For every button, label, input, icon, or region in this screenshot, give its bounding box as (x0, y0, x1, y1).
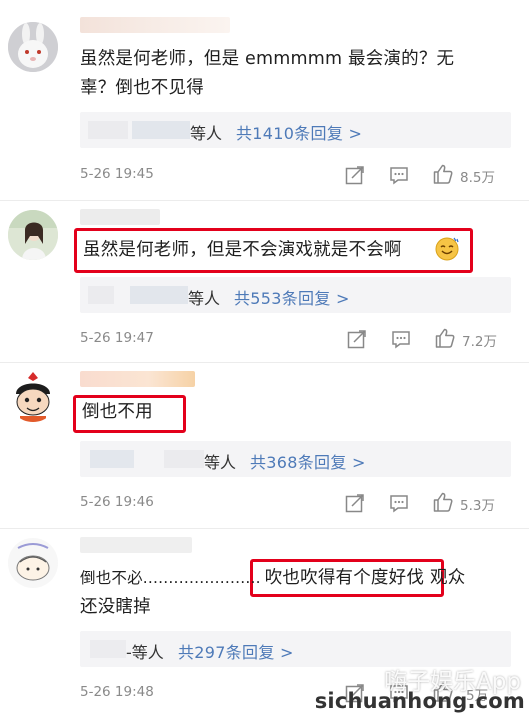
username-blurred[interactable] (80, 17, 230, 33)
avatar[interactable] (8, 22, 58, 72)
body-suffix: 观众 (430, 568, 466, 588)
comment-time: 5-26 19:46 (80, 494, 154, 510)
avatar[interactable] (8, 210, 58, 260)
reply-preview[interactable]: 等人 共553条回复 > (80, 277, 511, 313)
comment-icon[interactable] (388, 164, 410, 186)
like-icon[interactable] (432, 491, 454, 513)
reply-user-blurred (90, 640, 126, 658)
comment-time: 5-26 19:47 (80, 330, 154, 346)
username-blurred[interactable] (80, 537, 192, 553)
reply-count-link[interactable]: 共1410条回复 > (236, 120, 362, 144)
cartoon-avatar-icon (8, 372, 58, 422)
watermark-site: sichuanhong.com (314, 689, 525, 713)
divider (0, 528, 529, 529)
doodle-avatar-icon (8, 538, 58, 588)
reply-users-suffix: -等人 (126, 643, 164, 662)
username-blurred[interactable] (80, 209, 160, 225)
username-blurred[interactable] (80, 371, 195, 387)
like-icon[interactable] (432, 163, 454, 185)
reply-user-blurred (164, 450, 204, 468)
like-count: 7.2万 (462, 334, 497, 350)
reply-user-blurred (130, 286, 188, 304)
like-count: 8.5万 (460, 170, 495, 186)
reply-count-link[interactable]: 共297条回复 > (178, 639, 294, 663)
body-highlighted: 吹也吹得有个度好伐 (264, 568, 425, 588)
rabbit-avatar-icon (8, 22, 58, 72)
emoji-smile-icon (435, 237, 459, 261)
body-prefix: 倒也不必....................... (80, 569, 261, 587)
comment-time: 5-26 19:45 (80, 166, 154, 182)
comment-icon[interactable] (388, 492, 410, 514)
reply-preview[interactable]: 等人 共1410条回复 > (80, 112, 511, 148)
reply-user-blurred (88, 121, 128, 139)
reply-user-blurred (88, 286, 114, 304)
comment-icon[interactable] (390, 328, 412, 350)
comment-1: 虽然是何老师，但是 emmmmm 最会演的？无 辜？倒也不见得 等人 共1410… (0, 0, 529, 201)
reply-preview[interactable]: 等人 共368条回复 > (80, 441, 511, 477)
body-line-2: 还没瞎掉 (80, 597, 151, 617)
girl-photo-avatar-icon (8, 210, 58, 260)
comment-body: 虽然是何老师，但是 emmmmm 最会演的？无 辜？倒也不见得 (80, 49, 455, 98)
like-count: 5.3万 (460, 498, 495, 514)
reply-users-suffix: 等人 (190, 124, 223, 143)
reply-users-suffix: 等人 (188, 289, 221, 308)
reply-user-blurred (90, 450, 134, 468)
share-icon[interactable] (346, 328, 368, 350)
reply-users-suffix: 等人 (204, 453, 237, 472)
comment-body: 倒也不用 (82, 402, 153, 422)
reply-count-link[interactable]: 共553条回复 > (234, 285, 350, 309)
like-icon[interactable] (434, 327, 456, 349)
comment-time: 5-26 19:48 (80, 684, 154, 700)
reply-user-blurred (132, 121, 190, 139)
avatar[interactable] (8, 372, 58, 422)
divider (0, 362, 529, 363)
divider (0, 200, 529, 201)
share-icon[interactable] (344, 164, 366, 186)
comment-body: 倒也不必....................... 吹也吹得有个度好伐 观众 还… (80, 564, 511, 622)
share-icon[interactable] (344, 492, 366, 514)
reply-count-link[interactable]: 共368条回复 > (250, 449, 366, 473)
avatar[interactable] (8, 538, 58, 588)
